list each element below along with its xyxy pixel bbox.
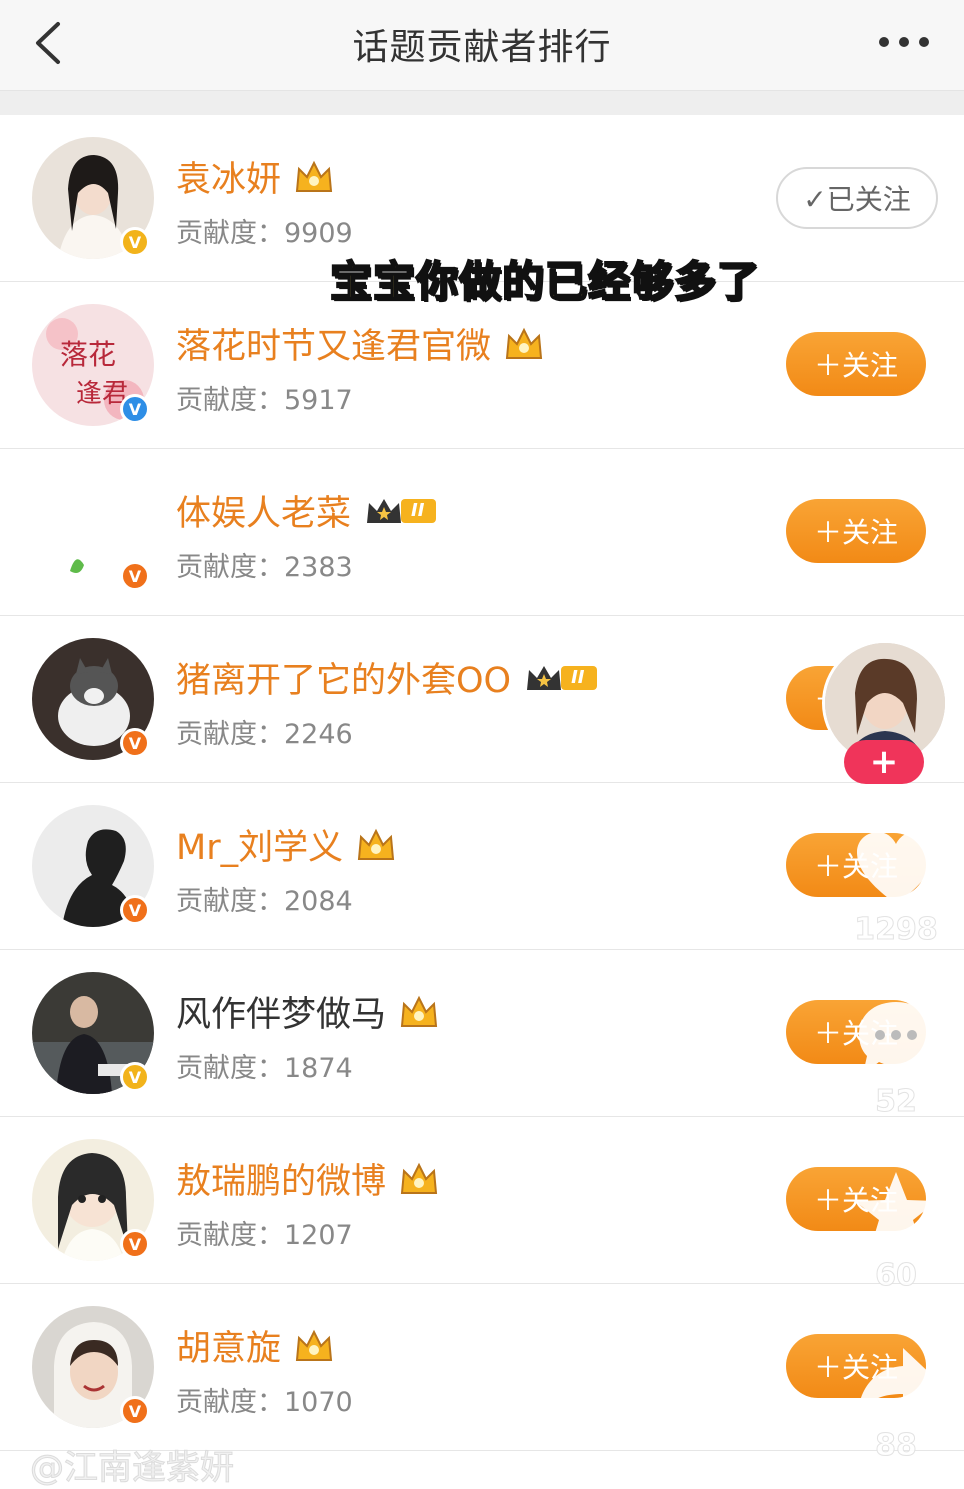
video-caption: 宝宝你做的已经够多了	[329, 256, 761, 307]
crown-icon	[527, 665, 562, 690]
contributor-name[interactable]: 敖瑞鹏的微博	[176, 1153, 386, 1204]
verified-v-badge-icon: V	[120, 895, 150, 925]
score-value: 9909	[284, 218, 353, 249]
crown-icon	[505, 327, 543, 359]
contribution-score: 贡献度：1070	[176, 1380, 353, 1419]
score-label: 贡献度：	[176, 385, 284, 416]
crown-icon	[400, 1162, 438, 1194]
contributor-name[interactable]: 落花时节又逢君官微	[176, 318, 491, 369]
heart-icon	[857, 832, 935, 904]
contributor-list: V 袁冰妍 贡献度：9909 ✓已关注 落花 逢君 V 落花时节又逢君官微 贡献度…	[0, 115, 964, 1451]
score-value: 2383	[284, 552, 353, 583]
verified-v-badge-icon: V	[120, 561, 150, 591]
verified-v-badge-icon: V	[120, 728, 150, 758]
contributor-name[interactable]: 猪离开了它的外套OO	[176, 652, 511, 703]
share-count: 88	[875, 1428, 918, 1464]
contributor-row[interactable]: V 猪离开了它的外套OO II 贡献度：2246 ＋关注	[0, 616, 964, 783]
score-label: 贡献度：	[176, 552, 284, 583]
verified-v-badge-icon: V	[120, 1396, 150, 1426]
comment-bubble-icon	[859, 1002, 933, 1074]
crown-icon	[367, 498, 402, 523]
score-value: 1207	[284, 1220, 353, 1251]
contributor-name-line: 风作伴梦做马	[176, 986, 440, 1037]
contribution-score: 贡献度：2383	[176, 545, 353, 584]
score-value: 2246	[284, 719, 353, 750]
star-icon	[855, 1172, 937, 1250]
contributor-row[interactable]: V Mr_刘学义 贡献度：2084 ＋关注	[0, 783, 964, 950]
contributor-name-line: 胡意旋	[176, 1320, 335, 1371]
crown-icon	[295, 160, 333, 192]
contributor-name-line: 敖瑞鹏的微博	[176, 1153, 440, 1204]
contribution-score: 贡献度：9909	[176, 211, 353, 250]
contributor-name-line: 袁冰妍	[176, 151, 335, 202]
crown-icon	[400, 995, 438, 1027]
section-gap	[0, 91, 964, 115]
follow-button[interactable]: ＋关注	[786, 332, 926, 396]
contributor-name-line: 猪离开了它的外套OO II	[176, 652, 597, 703]
score-label: 贡献度：	[176, 886, 284, 917]
contributor-name-line: 落花时节又逢君官微	[176, 318, 545, 369]
verified-v-badge-icon: V	[120, 227, 150, 257]
contributor-name-line: Mr_刘学义	[176, 819, 397, 870]
score-label: 贡献度：	[176, 719, 284, 750]
score-label: 贡献度：	[176, 218, 284, 249]
score-value: 1874	[284, 1053, 353, 1084]
like-action[interactable]: 1298	[848, 828, 944, 948]
followed-button[interactable]: ✓已关注	[776, 167, 938, 229]
favorite-action[interactable]: 60	[848, 1168, 944, 1294]
contribution-score: 贡献度：5917	[176, 378, 353, 417]
level-crown-badge: II	[363, 494, 437, 528]
score-value: 1070	[284, 1387, 353, 1418]
follow-button[interactable]: ＋关注	[786, 499, 926, 563]
level-crown-badge: II	[523, 661, 597, 695]
contribution-score: 贡献度：2084	[176, 879, 353, 918]
contribution-score: 贡献度：2246	[176, 712, 353, 751]
contributor-row[interactable]: V 风作伴梦做马 贡献度：1874 ＋关注	[0, 950, 964, 1117]
more-horizontal-icon[interactable]	[874, 22, 934, 62]
verified-v-badge-icon: V	[120, 1229, 150, 1259]
contributor-name[interactable]: 风作伴梦做马	[176, 986, 386, 1037]
contributor-name[interactable]: 体娱人老菜	[176, 485, 351, 536]
score-label: 贡献度：	[176, 1387, 284, 1418]
contributor-row[interactable]: V 敖瑞鹏的微博 贡献度：1207 ＋关注	[0, 1117, 964, 1284]
contributor-name-line: 体娱人老菜 II	[176, 485, 437, 536]
top-bar: 话题贡献者排行	[0, 0, 964, 91]
svg-text:落花: 落花	[60, 338, 116, 371]
score-value: 2084	[284, 886, 353, 917]
contribution-score: 贡献度：1874	[176, 1046, 353, 1085]
creator-follow-plus-button[interactable]: +	[844, 740, 924, 784]
score-label: 贡献度：	[176, 1220, 284, 1251]
share-arrow-icon	[857, 1348, 937, 1418]
contributor-name[interactable]: Mr_刘学义	[176, 819, 343, 870]
verified-v-badge-icon: V	[120, 1062, 150, 1092]
share-action[interactable]: 88	[848, 1340, 944, 1464]
comment-action[interactable]: 52	[848, 996, 944, 1120]
like-count: 1298	[854, 912, 939, 948]
crown-icon	[357, 828, 395, 860]
score-label: 贡献度：	[176, 1053, 284, 1084]
contributor-name[interactable]: 袁冰妍	[176, 151, 281, 202]
bottom-author-text: @江南逢紫妍	[30, 1448, 235, 1489]
comment-count: 52	[875, 1084, 918, 1120]
contribution-score: 贡献度：1207	[176, 1213, 353, 1252]
crown-icon	[295, 1329, 333, 1361]
contributor-name[interactable]: 胡意旋	[176, 1320, 281, 1371]
favorite-count: 60	[875, 1258, 918, 1294]
score-value: 5917	[284, 385, 353, 416]
contributor-row[interactable]: V 胡意旋 贡献度：1070 ＋关注	[0, 1284, 964, 1451]
contributor-row[interactable]: V 体娱人老菜 II 贡献度：2383 ＋关注	[0, 449, 964, 616]
page-title: 话题贡献者排行	[352, 27, 612, 68]
verified-v-badge-icon: V	[120, 394, 150, 424]
